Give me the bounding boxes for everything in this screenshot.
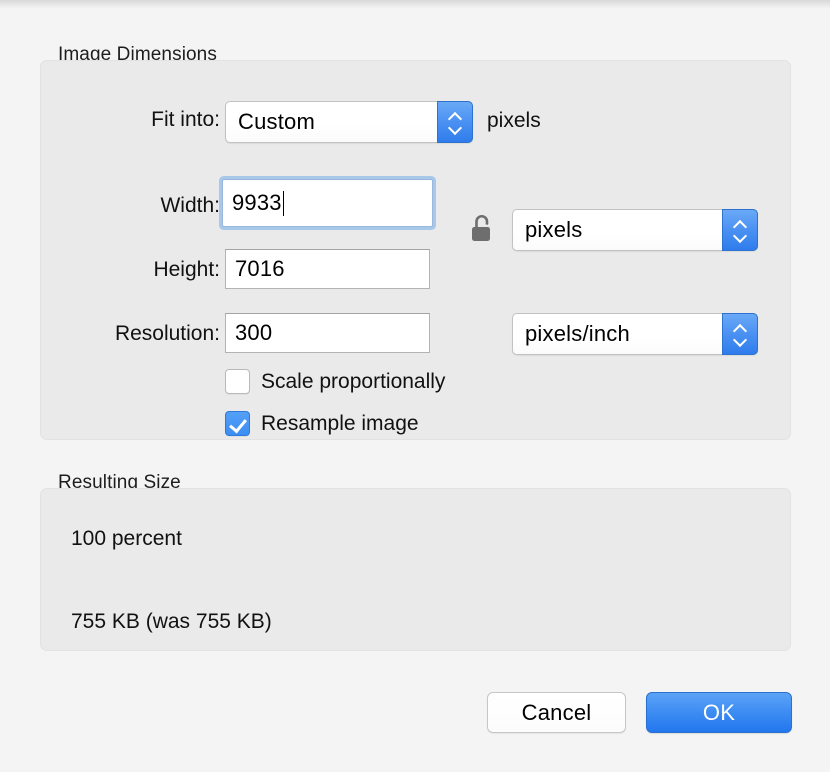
- chevron-up-icon: [734, 325, 747, 332]
- width-value: 9933: [232, 190, 282, 215]
- scale-proportionally-checkbox-row[interactable]: Scale proportionally: [225, 369, 445, 394]
- chevron-down-icon: [734, 337, 747, 344]
- chevron-up-icon: [449, 113, 462, 120]
- height-label: Height:: [153, 258, 220, 281]
- window-chrome-strip: [0, 0, 830, 9]
- size-unit-value: pixels: [525, 217, 583, 242]
- resolution-input[interactable]: 300: [225, 313, 430, 353]
- resolution-unit-value: pixels/inch: [525, 321, 630, 346]
- resolution-unit-stepper[interactable]: [722, 313, 758, 355]
- resolution-unit-select[interactable]: pixels/inch: [512, 313, 758, 355]
- chevron-down-icon: [449, 125, 462, 132]
- fit-into-stepper[interactable]: [437, 101, 473, 143]
- fit-into-value: Custom: [238, 109, 315, 134]
- height-value: 7016: [235, 256, 285, 281]
- scale-proportionally-checkbox[interactable]: [225, 369, 250, 394]
- resolution-label: Resolution:: [114, 322, 220, 345]
- text-caret: [282, 190, 285, 216]
- width-label: Width:: [160, 194, 220, 217]
- chevron-down-icon: [734, 233, 747, 240]
- ok-button[interactable]: OK: [646, 692, 792, 733]
- image-dimensions-dialog: Image Dimensions Fit into: Custom pixels…: [0, 9, 830, 772]
- unlocked-padlock-icon[interactable]: [470, 214, 496, 246]
- size-unit-select[interactable]: pixels: [512, 209, 758, 251]
- resolution-value: 300: [235, 320, 273, 345]
- width-input[interactable]: 9933: [222, 179, 433, 227]
- fit-into-unit-label: pixels: [487, 109, 541, 132]
- fit-into-select[interactable]: Custom: [225, 101, 473, 143]
- cancel-button[interactable]: Cancel: [487, 692, 626, 733]
- scale-proportionally-label: Scale proportionally: [261, 369, 446, 393]
- resample-image-label: Resample image: [261, 411, 419, 435]
- resulting-percent-text: 100 percent: [71, 527, 182, 550]
- size-unit-stepper[interactable]: [722, 209, 758, 251]
- height-input[interactable]: 7016: [225, 249, 430, 289]
- resample-image-checkbox-row[interactable]: Resample image: [225, 411, 419, 436]
- resulting-filesize-text: 755 KB (was 755 KB): [71, 610, 272, 633]
- chevron-up-icon: [734, 221, 747, 228]
- resample-image-checkbox[interactable]: [225, 411, 250, 436]
- fit-into-label: Fit into:: [151, 108, 220, 131]
